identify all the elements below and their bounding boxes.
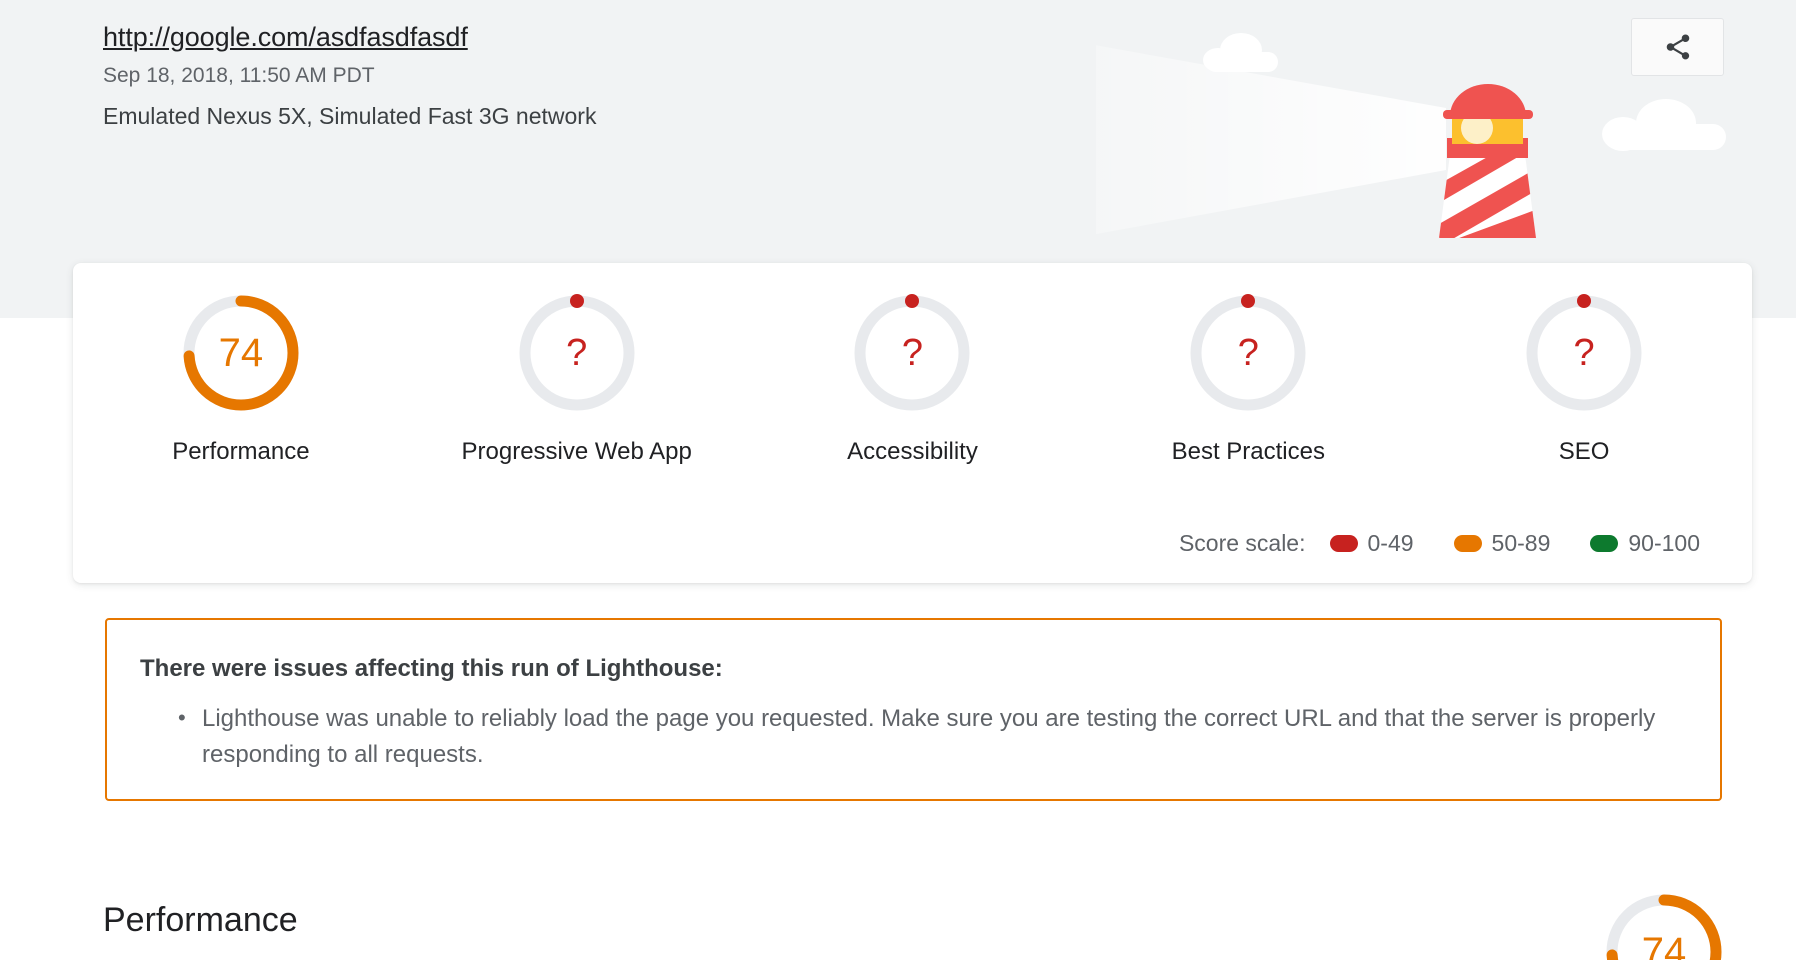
run-warnings-box: There were issues affecting this run of … [105, 618, 1722, 801]
report-timestamp: Sep 18, 2018, 11:50 AM PDT [103, 64, 375, 87]
score-scale-range-fail: 0-49 [1367, 530, 1414, 556]
gauge-ring-seo: ? [1516, 285, 1652, 421]
score-scale-item-fail: 0-49 [1329, 530, 1414, 557]
share-icon [1666, 34, 1689, 60]
gauge-score-performance: 74 [218, 331, 264, 375]
gauge-score-progressive-web-app: ? [566, 332, 588, 374]
score-pill-green-icon [1590, 535, 1619, 552]
run-warnings-title: There were issues affecting this run of … [140, 655, 723, 682]
gauge-accessibility[interactable]: ? Accessibility [745, 285, 1081, 467]
report-environment: Emulated Nexus 5X, Simulated Fast 3G net… [103, 103, 597, 129]
gauge-best-practices[interactable]: ? Best Practices [1080, 285, 1416, 467]
gauge-performance[interactable]: 74 Performance [73, 285, 409, 467]
performance-section: Performance 74 [0, 880, 1796, 960]
gauge-label-accessibility: Accessibility [847, 438, 978, 465]
gauge-label-best-practices: Best Practices [1171, 438, 1325, 465]
performance-section-score: 74 [1641, 930, 1687, 960]
score-scale-range-pass: 90-100 [1628, 530, 1700, 556]
lighthouse-tower [1439, 84, 1536, 238]
score-scale-legend: Score scale: 0-49 50-89 90-100 [1179, 530, 1700, 557]
gauge-score-best-practices: ? [1237, 332, 1259, 374]
gauge-score-seo: ? [1573, 332, 1595, 374]
score-pill-red-icon [1329, 535, 1358, 552]
gauge-label-performance: Performance [172, 438, 310, 465]
gauge-score-accessibility: ? [901, 332, 924, 374]
score-scale-range-average: 50-89 [1491, 530, 1551, 556]
lighthouse-report: http://google.com/asdfasdfasdf Sep 18, 2… [0, 0, 1796, 960]
scores-card: 74 Performance ? Progressive Web App ? A… [73, 263, 1752, 583]
gauge-ring-best-practices: ? [1180, 285, 1316, 421]
gauge-ring-progressive-web-app: ? [509, 285, 645, 421]
gauge-ring-performance: 74 [173, 285, 309, 421]
share-button[interactable] [1631, 18, 1724, 76]
run-warnings-list: Lighthouse was unable to reliably load t… [140, 700, 1684, 773]
report-url-link[interactable]: http://google.com/asdfasdfasdf [103, 18, 596, 56]
gauge-seo[interactable]: ? SEO [1416, 285, 1752, 467]
run-warning-item: Lighthouse was unable to reliably load t… [140, 700, 1684, 773]
score-gauges-row: 74 Performance ? Progressive Web App ? A… [73, 285, 1752, 467]
score-pill-orange-icon [1453, 535, 1482, 552]
gauge-ring-accessibility: ? [844, 285, 980, 421]
score-scale-item-average: 50-89 [1453, 530, 1551, 557]
score-scale-title: Score scale: [1178, 530, 1306, 556]
gauge-label-seo: SEO [1558, 438, 1610, 465]
performance-section-gauge[interactable]: 74 [1596, 884, 1732, 960]
gauge-label-progressive-web-app: Progressive Web App [461, 438, 692, 465]
gauge-progressive-web-app[interactable]: ? Progressive Web App [409, 285, 745, 467]
score-scale-item-pass: 90-100 [1590, 530, 1700, 557]
performance-section-heading: Performance [103, 901, 298, 939]
report-metadata: http://google.com/asdfasdfasdf Sep 18, 2… [103, 18, 596, 136]
